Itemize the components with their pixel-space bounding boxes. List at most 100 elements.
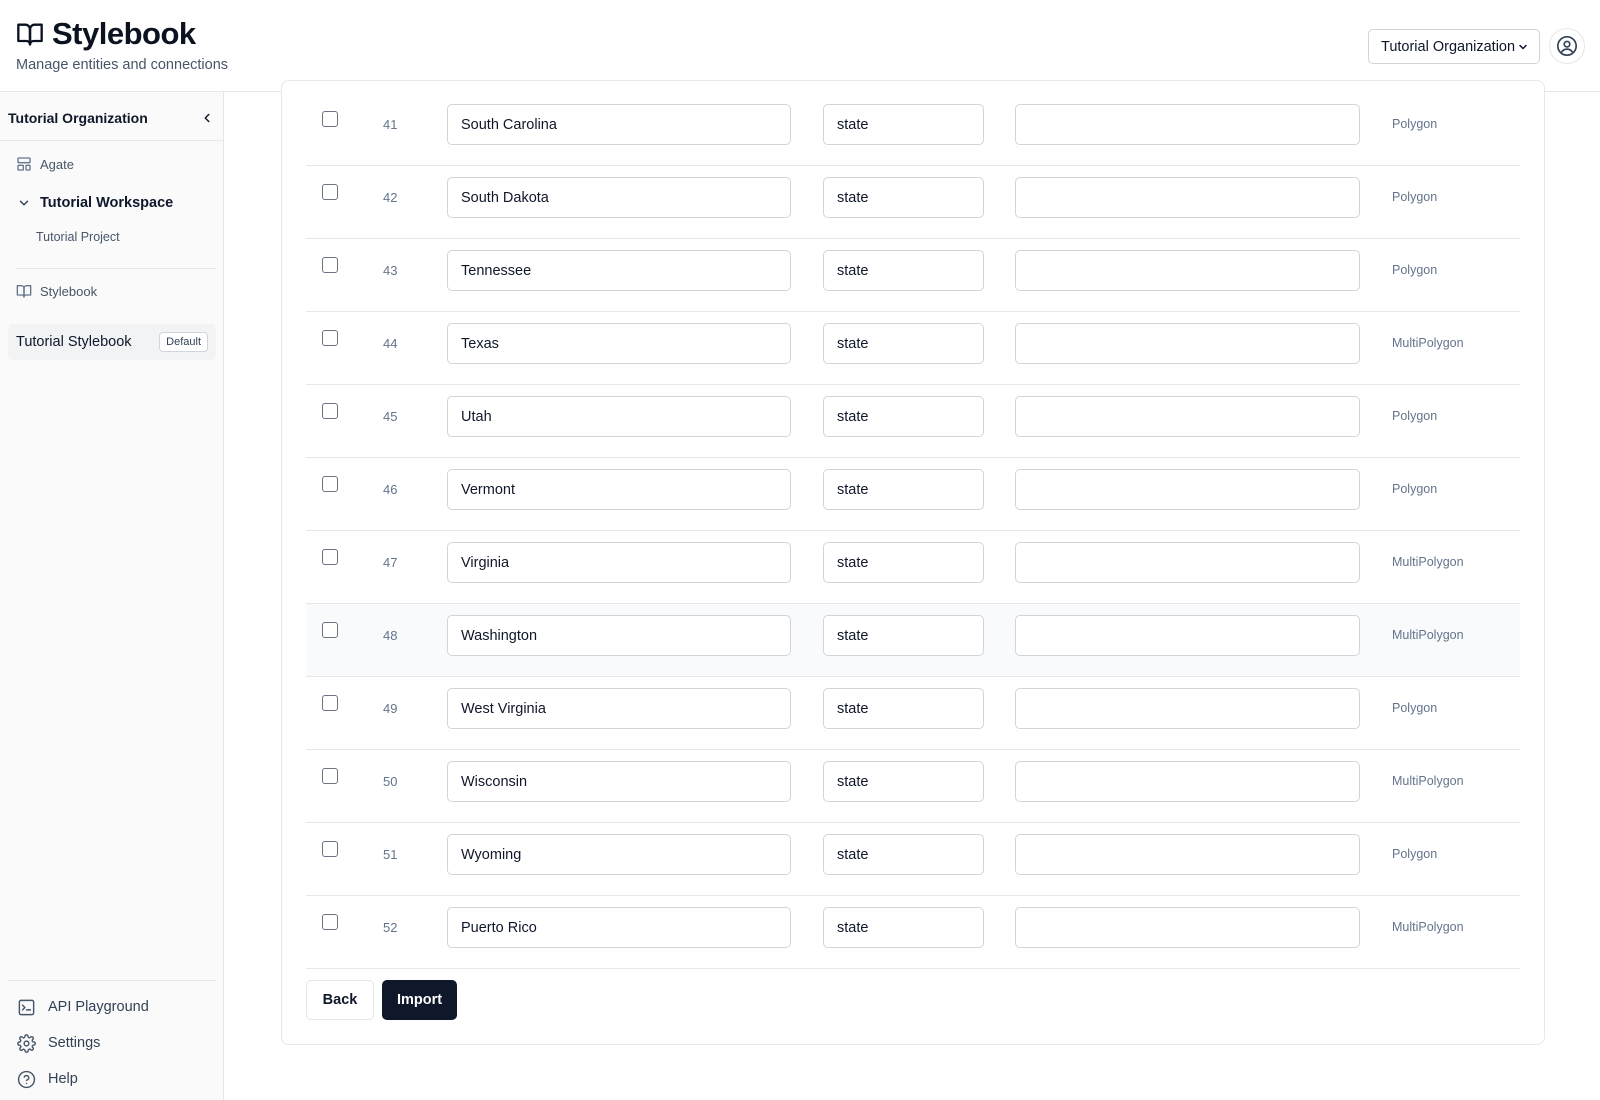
row-checkbox[interactable] — [322, 403, 338, 419]
entity-type-input[interactable]: state — [823, 834, 984, 875]
entity-extra-input[interactable] — [1015, 542, 1360, 583]
entity-name-input[interactable]: Wisconsin — [447, 761, 791, 802]
entity-name-input[interactable]: South Dakota — [447, 177, 791, 218]
entity-name-input[interactable]: Utah — [447, 396, 791, 437]
row-checkbox[interactable] — [322, 695, 338, 711]
entity-extra-input[interactable] — [1015, 177, 1360, 218]
sidebar-item-agate[interactable]: Agate — [16, 156, 74, 172]
entity-extra-input[interactable] — [1015, 469, 1360, 510]
row-checkbox[interactable] — [322, 549, 338, 565]
entity-extra-input[interactable] — [1015, 834, 1360, 875]
entity-type-input[interactable]: state — [823, 542, 984, 583]
geometry-type: Polygon — [1392, 701, 1438, 715]
action-buttons: Back Import — [306, 980, 457, 1020]
sidebar-org-name: Tutorial Organization — [8, 110, 148, 126]
entity-name-input[interactable]: South Carolina — [447, 104, 791, 145]
geometry-type: MultiPolygon — [1392, 555, 1464, 569]
geometry-type: Polygon — [1392, 409, 1438, 423]
row-checkbox[interactable] — [322, 257, 338, 273]
app-title: Stylebook — [52, 16, 196, 51]
table-row: 52 Puerto Rico state MultiPolygon — [306, 896, 1520, 969]
layout-icon — [16, 156, 32, 172]
entity-name-input[interactable]: Washington — [447, 615, 791, 656]
entity-extra-input[interactable] — [1015, 761, 1360, 802]
app-header: Stylebook Manage entities and connection… — [0, 0, 1600, 92]
app-subtitle: Manage entities and connections — [16, 57, 229, 73]
sidebar-item-label: Help — [48, 1071, 78, 1087]
entity-type-input[interactable]: state — [823, 761, 984, 802]
row-checkbox[interactable] — [322, 841, 338, 857]
entity-name-input[interactable]: Puerto Rico — [447, 907, 791, 948]
entity-type-input[interactable]: state — [823, 250, 984, 291]
row-checkbox[interactable] — [322, 914, 338, 930]
entity-type-input[interactable]: state — [823, 323, 984, 364]
row-index: 41 — [383, 117, 398, 132]
sidebar-item-settings[interactable]: Settings — [16, 1033, 100, 1053]
row-index: 52 — [383, 920, 398, 935]
collapse-sidebar-button[interactable] — [198, 109, 216, 127]
row-checkbox[interactable] — [322, 768, 338, 784]
user-circle-icon — [1557, 36, 1577, 56]
geometry-type: MultiPolygon — [1392, 628, 1464, 642]
geometry-type: Polygon — [1392, 482, 1438, 496]
entity-extra-input[interactable] — [1015, 396, 1360, 437]
chevron-left-icon — [204, 113, 210, 123]
user-menu-button[interactable] — [1549, 28, 1585, 64]
sidebar-item-label: Tutorial Workspace — [40, 195, 174, 211]
row-checkbox[interactable] — [322, 622, 338, 638]
sidebar-divider — [8, 980, 216, 981]
table-row: 51 Wyoming state Polygon — [306, 823, 1520, 896]
row-checkbox[interactable] — [322, 184, 338, 200]
organization-select[interactable]: Tutorial Organization — [1368, 29, 1540, 64]
sidebar-item-api-playground[interactable]: API Playground — [16, 997, 149, 1017]
gear-icon — [16, 1033, 36, 1053]
entity-extra-input[interactable] — [1015, 615, 1360, 656]
entity-name-input[interactable]: Texas — [447, 323, 791, 364]
organization-select-value: Tutorial Organization — [1381, 38, 1516, 55]
entity-type-input[interactable]: state — [823, 469, 984, 510]
sidebar-item-label: API Playground — [48, 999, 149, 1015]
row-checkbox[interactable] — [322, 476, 338, 492]
active-stylebook-name: Tutorial Stylebook — [16, 334, 132, 350]
entity-import-table: 41 South Carolina state Polygon 42 South Dako… — [306, 93, 1520, 969]
geometry-type: Polygon — [1392, 263, 1438, 277]
entity-type-input[interactable]: state — [823, 177, 984, 218]
entity-name-input[interactable]: Virginia — [447, 542, 791, 583]
row-index: 47 — [383, 555, 398, 570]
sidebar-item-active-stylebook[interactable]: Tutorial Stylebook Default — [8, 324, 216, 360]
entity-extra-input[interactable] — [1015, 688, 1360, 729]
entity-name-input[interactable]: Vermont — [447, 469, 791, 510]
sidebar-item-help[interactable]: Help — [16, 1069, 78, 1089]
entity-type-input[interactable]: state — [823, 907, 984, 948]
entity-name-input[interactable]: Wyoming — [447, 834, 791, 875]
row-checkbox[interactable] — [322, 330, 338, 346]
entity-extra-input[interactable] — [1015, 323, 1360, 364]
entity-extra-input[interactable] — [1015, 104, 1360, 145]
back-button[interactable]: Back — [306, 980, 374, 1020]
help-circle-icon — [16, 1069, 36, 1089]
chevron-down-icon — [16, 195, 32, 211]
geometry-type: MultiPolygon — [1392, 336, 1464, 350]
row-index: 43 — [383, 263, 398, 278]
sidebar-item-stylebook[interactable]: Stylebook — [16, 283, 97, 299]
geometry-type: MultiPolygon — [1392, 774, 1464, 788]
import-button[interactable]: Import — [382, 980, 457, 1020]
entity-type-input[interactable]: state — [823, 104, 984, 145]
sidebar-divider — [0, 140, 223, 141]
geometry-type: Polygon — [1392, 190, 1438, 204]
entity-type-input[interactable]: state — [823, 615, 984, 656]
entity-extra-input[interactable] — [1015, 907, 1360, 948]
table-row: 41 South Carolina state Polygon — [306, 93, 1520, 166]
entity-type-input[interactable]: state — [823, 688, 984, 729]
table-row: 45 Utah state Polygon — [306, 385, 1520, 458]
sidebar-item-project[interactable]: Tutorial Project — [36, 230, 120, 244]
row-checkbox[interactable] — [322, 111, 338, 127]
entity-name-input[interactable]: Tennessee — [447, 250, 791, 291]
entity-extra-input[interactable] — [1015, 250, 1360, 291]
entity-name-input[interactable]: West Virginia — [447, 688, 791, 729]
entity-type-input[interactable]: state — [823, 396, 984, 437]
table-row: 50 Wisconsin state MultiPolygon — [306, 750, 1520, 823]
sidebar-divider — [16, 268, 216, 269]
sidebar-item-workspace[interactable]: Tutorial Workspace — [16, 195, 173, 211]
geometry-type: Polygon — [1392, 847, 1438, 861]
